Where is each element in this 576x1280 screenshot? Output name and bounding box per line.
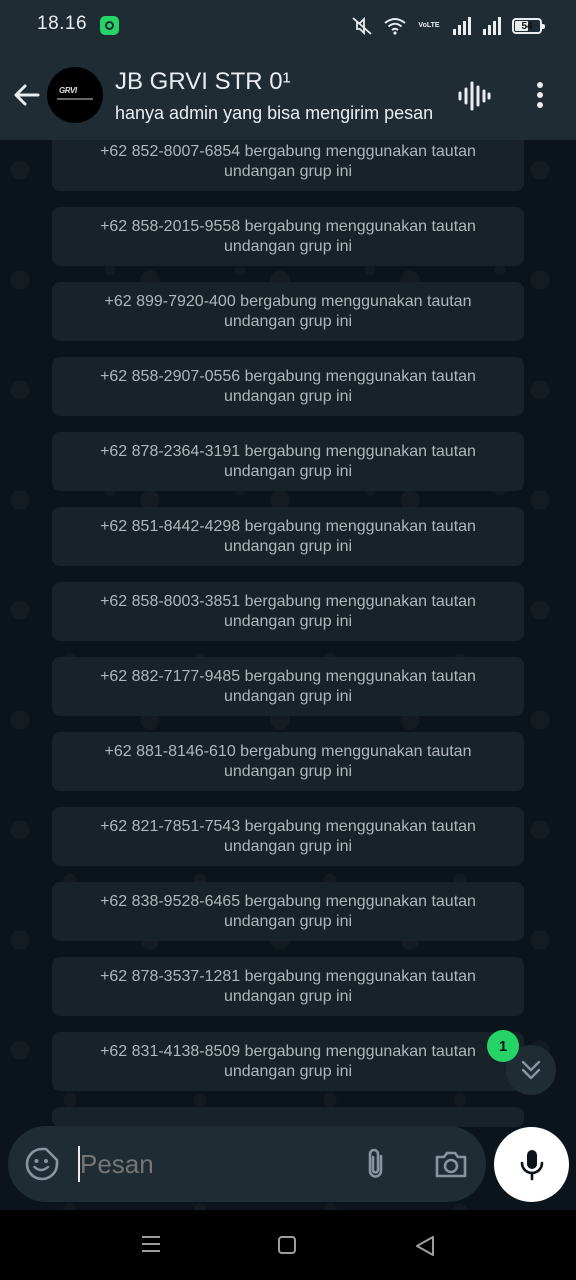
system-message-line1: +62 831-4138-8509 bergabung menggunakan … [100, 1043, 476, 1060]
group-avatar[interactable]: GRVI [47, 67, 103, 123]
system-message: +62 878-3537-1281 bergabung menggunakan … [52, 957, 524, 1016]
system-message: +62 821-7851-7543 bergabung menggunakan … [52, 807, 524, 866]
avatar-logo-underline [57, 98, 93, 100]
system-message-line2: undangan grup ini [223, 913, 353, 930]
battery-indicator: 54 [512, 18, 545, 34]
signal-icon-1 [453, 17, 471, 35]
recents-icon[interactable] [141, 1234, 161, 1254]
avatar-logo-mark: GRVI [59, 86, 77, 95]
nav-back-icon[interactable] [414, 1235, 436, 1257]
system-message-line1: +62 851-8442-4298 bergabung menggunakan … [100, 518, 476, 535]
unread-count-badge: 1 [487, 1030, 519, 1062]
system-message-line2: undangan grup ini [223, 163, 353, 180]
system-message: +62 838-9528-6465 bergabung menggunakan … [52, 882, 524, 941]
camera-icon[interactable] [434, 1148, 468, 1180]
wifi-icon [384, 18, 406, 35]
microphone-icon [520, 1149, 543, 1180]
system-message-line1: +62 821-7851-7543 bergabung menggunakan … [100, 818, 476, 835]
mute-icon [352, 16, 372, 36]
group-subtitle[interactable]: hanya admin yang bisa mengirim pesan [115, 103, 437, 124]
system-message-line2: undangan grup ini [223, 988, 353, 1005]
system-message-line2: undangan grup ini [223, 313, 353, 330]
system-message: +62 858-2907-0556 bergabung menggunakan … [52, 357, 524, 416]
system-nav-bar [0, 1210, 576, 1280]
system-message: +62 858-8003-3851 bergabung menggunakan … [52, 582, 524, 641]
voice-record-button[interactable] [494, 1127, 569, 1202]
system-message-line2: undangan grup ini [223, 463, 353, 480]
system-message-line2: undangan grup ini [223, 838, 353, 855]
system-message-line1: +62 882-7177-9485 bergabung menggunakan … [100, 668, 476, 685]
home-icon[interactable] [278, 1236, 296, 1254]
sticker-icon[interactable] [24, 1146, 60, 1182]
system-message: +62 882-7177-9485 bergabung menggunakan … [52, 657, 524, 716]
status-time: 18.16 [37, 13, 88, 34]
system-message: +62 899-7920-400 bergabung menggunakan t… [52, 282, 524, 341]
chat-header: GRVI JB GRVI STR 0¹ hanya admin yang bis… [0, 52, 576, 140]
message-input[interactable] [78, 1148, 342, 1181]
system-message: +62 881-8146-610 bergabung menggunakan t… [52, 732, 524, 791]
system-message-line2: undangan grup ini [223, 763, 353, 780]
system-message: +62 852-8007-6854 bergabung menggunakan … [52, 140, 524, 191]
system-message-line1: +62 878-3537-1281 bergabung menggunakan … [100, 968, 476, 985]
system-message-line2: undangan grup ini [223, 613, 353, 630]
status-icons: VoLTE 54 [350, 14, 545, 38]
system-message-partial [52, 1107, 524, 1127]
system-message-line1: +62 838-9528-6465 bergabung menggunakan … [100, 893, 476, 910]
battery-level: 54 [521, 20, 533, 32]
signal-icon-2 [483, 17, 501, 35]
system-message-line1: +62 878-2364-3191 bergabung menggunakan … [100, 443, 476, 460]
audio-wave-icon[interactable] [457, 80, 491, 112]
group-title[interactable]: JB GRVI STR 0¹ [115, 68, 291, 96]
arrow-left-icon[interactable] [12, 80, 42, 110]
system-message-line1: +62 899-7920-400 bergabung menggunakan t… [104, 293, 472, 310]
system-message-line1: +62 858-2907-0556 bergabung menggunakan … [100, 368, 476, 385]
system-message-line2: undangan grup ini [223, 238, 353, 255]
system-message-line2: undangan grup ini [223, 538, 353, 555]
status-bar: 18.16 VoLTE 54 [0, 0, 576, 52]
notification-app-icon [100, 16, 119, 35]
system-message: +62 851-8442-4298 bergabung menggunakan … [52, 507, 524, 566]
system-message: +62 831-4138-8509 bergabung menggunakan … [52, 1032, 524, 1091]
system-message-line2: undangan grup ini [223, 1063, 353, 1080]
more-vertical-icon[interactable] [528, 80, 552, 112]
system-message-line1: +62 858-8003-3851 bergabung menggunakan … [100, 593, 476, 610]
system-message-line2: undangan grup ini [223, 388, 353, 405]
paperclip-icon[interactable] [361, 1146, 391, 1182]
volte-label: VoLTE [418, 22, 440, 29]
system-message: +62 858-2015-9558 bergabung menggunakan … [52, 207, 524, 266]
system-message-line1: +62 852-8007-6854 bergabung menggunakan … [100, 143, 476, 160]
message-composer [8, 1126, 486, 1202]
system-message-line1: +62 881-8146-610 bergabung menggunakan t… [104, 743, 472, 760]
system-message: +62 878-2364-3191 bergabung menggunakan … [52, 432, 524, 491]
system-message-line1: +62 858-2015-9558 bergabung menggunakan … [100, 218, 476, 235]
system-message-line2: undangan grup ini [223, 688, 353, 705]
double-chevron-down-icon [521, 1060, 541, 1080]
